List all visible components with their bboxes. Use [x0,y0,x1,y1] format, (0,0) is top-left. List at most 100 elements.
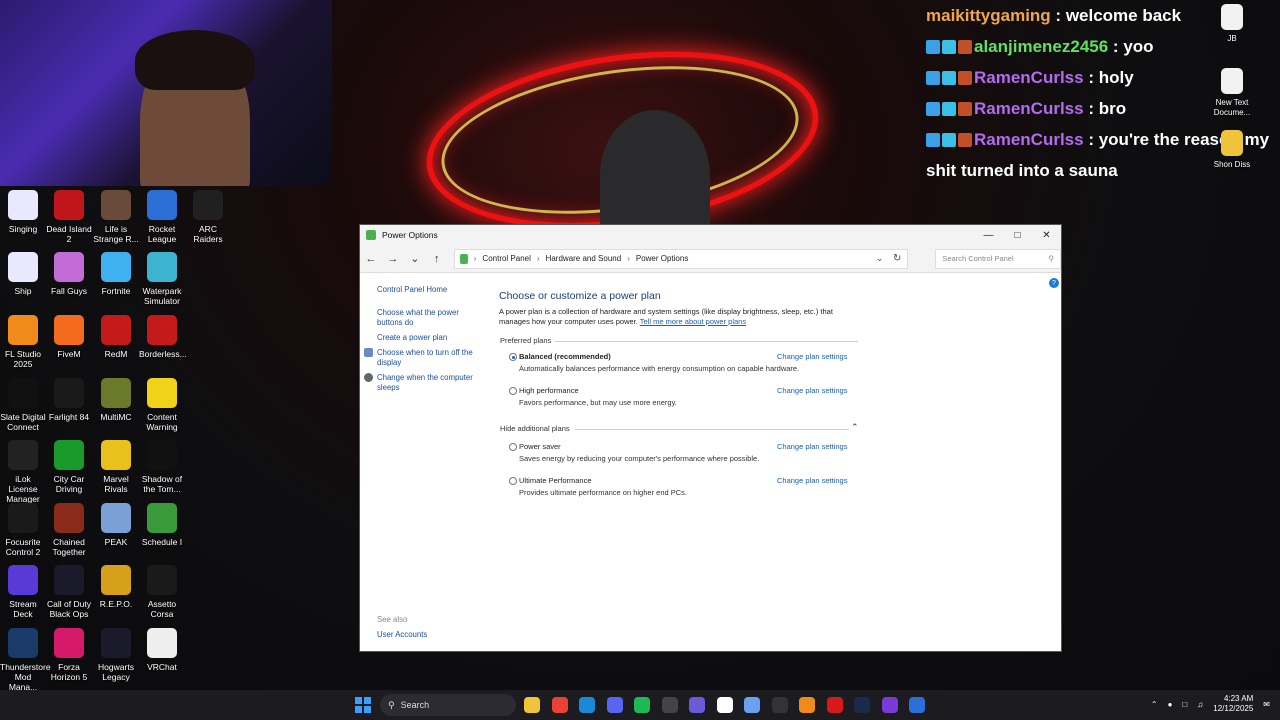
desktop-icon-ilok-license-manager[interactable]: iLok License Manager [0,440,46,504]
address-dropdown-icon[interactable]: ⌄ [876,253,884,264]
plan-name[interactable]: Power saver [519,442,561,451]
notification-icon[interactable]: ✉ [1263,700,1270,709]
title-bar[interactable]: Power Options — □ ✕ [360,225,1061,245]
recent-locations-chevron-icon[interactable]: ⌄ [404,252,426,265]
balanced-radio[interactable] [509,353,517,361]
search-control-panel-input[interactable]: Search Control Panel ⚲ [935,248,1062,269]
tray-overflow-chevron-icon[interactable]: ⌃ [1151,700,1158,709]
desktop-icon-waterpark-simulator[interactable]: Waterpark Simulator [139,252,185,306]
focusrite-icon [8,503,38,533]
network-icon[interactable]: □ [1182,700,1187,709]
desktop-icon-fall-guys[interactable]: Fall Guys [46,252,92,296]
close-button[interactable]: ✕ [1032,225,1061,245]
app-purple-icon[interactable] [881,697,898,713]
volume-icon[interactable]: ♫ [1197,700,1203,709]
plan-name[interactable]: High performance [519,386,579,395]
app-icon[interactable] [716,697,733,713]
app-grid-icon[interactable] [689,697,705,713]
desktop-icon-multimc[interactable]: MultiMC [93,378,139,422]
desktop-icon-shon-diss[interactable]: Shon Diss [1202,130,1262,170]
desktop-icon-redm[interactable]: RedM [93,315,139,359]
desktop-icon-marvel-rivals[interactable]: Marvel Rivals [93,440,139,494]
power-saver-radio[interactable] [509,443,517,451]
control-panel-taskbar-icon[interactable] [909,697,925,713]
desktop-icon-forza-horizon-5[interactable]: Forza Horizon 5 [46,628,92,682]
windows-start-icon[interactable] [355,697,371,713]
desktop-icon-slate-digital-connect[interactable]: Slate Digital Connect [0,378,46,432]
audition-icon[interactable] [854,697,870,713]
sticky-icon[interactable] [799,697,815,713]
desktop-icon-jb[interactable]: JB [1202,4,1262,44]
desktop-icon-fortnite[interactable]: Fortnite [93,252,139,296]
forward-arrow-icon[interactable]: → [382,253,404,265]
power-buttons-link[interactable]: Choose what the power buttons do [377,308,477,328]
desktop-icon-hogwarts-legacy[interactable]: Hogwarts Legacy [93,628,139,682]
desktop-icon-rocket-league[interactable]: Rocket League [139,190,185,244]
desktop-icon-borderless[interactable]: Borderless... [139,315,187,359]
droplet-icon[interactable] [744,697,760,713]
red-app-icon[interactable] [826,697,843,713]
desktop-icon-arc-raiders[interactable]: ARC Raiders [185,190,231,244]
desktop-icon-r-e-p-o[interactable]: R.E.P.O. [93,565,139,609]
collapse-chevron-icon[interactable]: ⌃ [851,422,859,433]
desktop-icon-dead-island-2[interactable]: Dead Island 2 [46,190,92,244]
breadcrumb-control-panel[interactable]: Control Panel [482,254,530,263]
desktop-icon-fl-studio-2025[interactable]: FL Studio 2025 [0,315,46,369]
change-plan-settings-link[interactable]: Change plan settings [777,386,847,395]
desktop-icon-stream-deck[interactable]: Stream Deck [0,565,46,619]
spotify-icon[interactable] [634,697,650,713]
refresh-icon[interactable]: ↻ [893,253,901,264]
plan-description: Saves energy by reducing your computer's… [519,454,760,463]
change-plan-settings-link[interactable]: Change plan settings [777,352,847,361]
microphone-icon[interactable]: ● [1168,700,1173,709]
breadcrumb-power-options[interactable]: Power Options [636,254,688,263]
desktop-icon-thunderstore-mod-mana[interactable]: Thunderstore Mod Mana... [0,628,51,692]
desktop-icon-farlight-84[interactable]: Farlight 84 [46,378,92,422]
computer-sleeps-link[interactable]: Change when the computer sleeps [377,373,477,393]
desktop-icon-schedule-i[interactable]: Schedule I [139,503,185,547]
obs-icon[interactable] [661,697,678,713]
high-performance-radio[interactable] [509,387,517,395]
desktop-icon-peak[interactable]: PEAK [93,503,139,547]
maximize-button[interactable]: □ [1003,225,1032,245]
file-explorer-icon[interactable] [524,697,540,713]
chat-badge-icon [958,71,972,85]
plan-name[interactable]: Balanced (recommended) [519,352,611,361]
power-plans-help-link[interactable]: Tell me more about power plans [640,317,746,326]
user-accounts-link[interactable]: User Accounts [377,630,477,640]
desktop-icon-label: Chained Together [52,537,86,557]
back-arrow-icon[interactable]: ← [360,253,382,265]
plan-name[interactable]: Ultimate Performance [519,476,592,485]
desktop-icon-ship[interactable]: Ship [0,252,46,296]
desktop-icon-singing[interactable]: Singing [0,190,46,234]
discord-icon[interactable] [606,697,623,713]
desktop-icon-shadow-of-the-tom[interactable]: Shadow of the Tom... [139,440,185,494]
desktop-icon-assetto-corsa[interactable]: Assetto Corsa [139,565,185,619]
turn-off-display-link[interactable]: Choose when to turn off the display [377,348,477,368]
desktop-icon-vrchat[interactable]: VRChat [139,628,185,672]
desktop-icon-city-car-driving[interactable]: City Car Driving [46,440,92,494]
change-plan-settings-link[interactable]: Change plan settings [777,476,847,485]
desktop-icon-life-is-strange-r[interactable]: Life is Strange R... [93,190,139,244]
create-power-plan-link[interactable]: Create a power plan [377,333,477,343]
control-panel-home-link[interactable]: Control Panel Home [377,285,477,295]
ultimate-performance-radio[interactable] [509,477,517,485]
desktop-icon-focusrite-control-2[interactable]: Focusrite Control 2 [0,503,46,557]
minimize-button[interactable]: — [974,225,1003,245]
edge-icon[interactable] [579,697,595,713]
hide-additional-plans-toggle[interactable]: Hide additional plans [500,424,570,433]
taskbar-search[interactable]: ⚲ Search [380,694,516,716]
desktop-icon-content-warning[interactable]: Content Warning [139,378,185,432]
up-arrow-icon[interactable]: ↑ [426,253,448,265]
chrome-icon[interactable] [551,697,568,713]
desktop-icon-fivem[interactable]: FiveM [46,315,92,359]
desktop-icon-call-of-duty-black-ops[interactable]: Call of Duty Black Ops [46,565,92,619]
desktop-icon-chained-together[interactable]: Chained Together [46,503,92,557]
4k-icon[interactable] [771,697,788,713]
desktop-icon-new-text-docume[interactable]: New Text Docume... [1202,68,1262,118]
breadcrumb-hardware-and-sound[interactable]: Hardware and Sound [546,254,622,263]
change-plan-settings-link[interactable]: Change plan settings [777,442,847,451]
help-icon[interactable]: ? [1049,278,1059,288]
clock[interactable]: 4:23 AM 12/12/2025 [1213,694,1253,714]
breadcrumb[interactable]: › Control Panel › Hardware and Sound › P… [453,248,909,269]
